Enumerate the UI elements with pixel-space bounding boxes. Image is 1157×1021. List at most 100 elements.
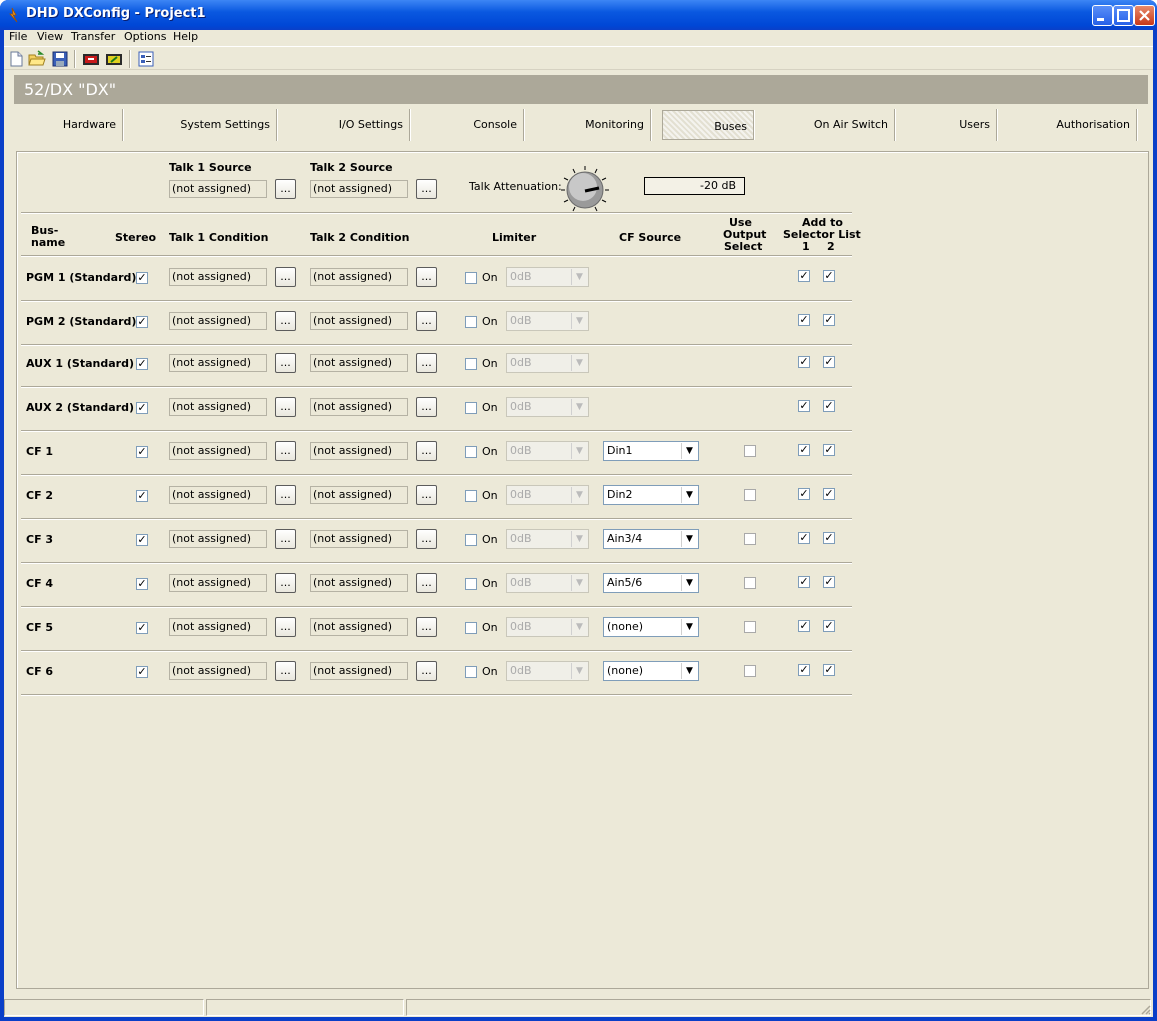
menu-transfer[interactable]: Transfer (71, 30, 115, 46)
talk2-condition-field[interactable]: (not assigned) (310, 312, 408, 330)
tab-monitoring[interactable]: Monitoring (524, 109, 651, 141)
resize-grip-icon[interactable] (1139, 1003, 1151, 1015)
selector-list-1-checkbox[interactable]: ✓ (798, 488, 810, 500)
selector-list-2-checkbox[interactable]: ✓ (823, 314, 835, 326)
stereo-checkbox[interactable]: ✓ (136, 402, 148, 414)
use-output-select-checkbox[interactable] (744, 445, 756, 457)
talk1-condition-browse-button[interactable]: ... (275, 529, 296, 549)
limiter-on-checkbox[interactable] (465, 402, 477, 414)
talk1-source-field[interactable]: (not assigned) (169, 180, 267, 198)
talk2-condition-browse-button[interactable]: ... (416, 397, 437, 417)
limiter-on-checkbox[interactable] (465, 446, 477, 458)
talk2-source-browse-button[interactable]: ... (416, 179, 437, 199)
cf-source-select[interactable]: Ain3/4 ▼ (603, 529, 699, 549)
stereo-checkbox[interactable]: ✓ (136, 622, 148, 634)
selector-list-1-checkbox[interactable]: ✓ (798, 444, 810, 456)
selector-list-1-checkbox[interactable]: ✓ (798, 400, 810, 412)
talk-attenuation-knob[interactable] (559, 164, 611, 216)
limiter-level-select[interactable]: 0dB ▼ (506, 267, 589, 287)
limiter-level-select[interactable]: 0dB ▼ (506, 311, 589, 331)
stereo-checkbox[interactable]: ✓ (136, 358, 148, 370)
save-icon[interactable] (51, 50, 69, 68)
talk2-condition-field[interactable]: (not assigned) (310, 486, 408, 504)
talk2-condition-browse-button[interactable]: ... (416, 617, 437, 637)
selector-list-2-checkbox[interactable]: ✓ (823, 356, 835, 368)
talk2-condition-field[interactable]: (not assigned) (310, 442, 408, 460)
talk2-condition-field[interactable]: (not assigned) (310, 398, 408, 416)
limiter-on-checkbox[interactable] (465, 316, 477, 328)
open-folder-icon[interactable] (28, 50, 46, 68)
limiter-on-checkbox[interactable] (465, 666, 477, 678)
limiter-on-checkbox[interactable] (465, 490, 477, 502)
menu-file[interactable]: File (9, 30, 27, 46)
selector-list-1-checkbox[interactable]: ✓ (798, 270, 810, 282)
talk1-condition-field[interactable]: (not assigned) (169, 442, 267, 460)
talk1-condition-field[interactable]: (not assigned) (169, 312, 267, 330)
limiter-level-select[interactable]: 0dB ▼ (506, 397, 589, 417)
use-output-select-checkbox[interactable] (744, 665, 756, 677)
talk1-condition-browse-button[interactable]: ... (275, 397, 296, 417)
limiter-level-select[interactable]: 0dB ▼ (506, 353, 589, 373)
limiter-level-select[interactable]: 0dB ▼ (506, 661, 589, 681)
talk1-condition-field[interactable]: (not assigned) (169, 268, 267, 286)
tab-buses[interactable]: Buses (662, 110, 754, 140)
talk1-condition-browse-button[interactable]: ... (275, 485, 296, 505)
tab-hardware[interactable]: Hardware (14, 109, 123, 141)
cf-source-select[interactable]: Din1 ▼ (603, 441, 699, 461)
talk2-condition-browse-button[interactable]: ... (416, 441, 437, 461)
talk2-condition-browse-button[interactable]: ... (416, 529, 437, 549)
talk1-condition-field[interactable]: (not assigned) (169, 574, 267, 592)
use-output-select-checkbox[interactable] (744, 577, 756, 589)
talk2-condition-field[interactable]: (not assigned) (310, 354, 408, 372)
stereo-checkbox[interactable]: ✓ (136, 666, 148, 678)
limiter-level-select[interactable]: 0dB ▼ (506, 529, 589, 549)
talk2-condition-field[interactable]: (not assigned) (310, 618, 408, 636)
tab-authorisation[interactable]: Authorisation (997, 109, 1137, 141)
selector-list-1-checkbox[interactable]: ✓ (798, 620, 810, 632)
properties-icon[interactable] (137, 50, 155, 68)
limiter-level-select[interactable]: 0dB ▼ (506, 485, 589, 505)
talk1-condition-field[interactable]: (not assigned) (169, 486, 267, 504)
title-bar[interactable]: DHD DXConfig - Project1 (0, 0, 1157, 30)
selector-list-1-checkbox[interactable]: ✓ (798, 356, 810, 368)
stereo-checkbox[interactable]: ✓ (136, 490, 148, 502)
limiter-level-select[interactable]: 0dB ▼ (506, 617, 589, 637)
tab-users[interactable]: Users (895, 109, 997, 141)
selector-list-1-checkbox[interactable]: ✓ (798, 664, 810, 676)
talk1-condition-browse-button[interactable]: ... (275, 617, 296, 637)
talk1-condition-field[interactable]: (not assigned) (169, 662, 267, 680)
talk1-condition-browse-button[interactable]: ... (275, 441, 296, 461)
selector-list-2-checkbox[interactable]: ✓ (823, 444, 835, 456)
selector-list-2-checkbox[interactable]: ✓ (823, 576, 835, 588)
limiter-on-checkbox[interactable] (465, 272, 477, 284)
limiter-on-checkbox[interactable] (465, 534, 477, 546)
limiter-level-select[interactable]: 0dB ▼ (506, 573, 589, 593)
cf-source-select[interactable]: Ain5/6 ▼ (603, 573, 699, 593)
selector-list-2-checkbox[interactable]: ✓ (823, 488, 835, 500)
tab-system-settings[interactable]: System Settings (123, 109, 277, 141)
selector-list-2-checkbox[interactable]: ✓ (823, 664, 835, 676)
use-output-select-checkbox[interactable] (744, 621, 756, 633)
stereo-checkbox[interactable]: ✓ (136, 316, 148, 328)
new-file-icon[interactable] (7, 50, 25, 68)
menu-help[interactable]: Help (173, 30, 198, 46)
talk2-condition-field[interactable]: (not assigned) (310, 574, 408, 592)
selector-list-2-checkbox[interactable]: ✓ (823, 400, 835, 412)
selector-list-2-checkbox[interactable]: ✓ (823, 270, 835, 282)
limiter-on-checkbox[interactable] (465, 358, 477, 370)
maximize-button[interactable] (1113, 5, 1134, 26)
talk2-condition-field[interactable]: (not assigned) (310, 268, 408, 286)
talk2-condition-browse-button[interactable]: ... (416, 267, 437, 287)
stereo-checkbox[interactable]: ✓ (136, 446, 148, 458)
tab-on-air-switch[interactable]: On Air Switch (754, 109, 895, 141)
tab-io-settings[interactable]: I/O Settings (277, 109, 410, 141)
minimize-button[interactable] (1092, 5, 1113, 26)
talk2-condition-browse-button[interactable]: ... (416, 573, 437, 593)
talk1-condition-browse-button[interactable]: ... (275, 267, 296, 287)
selector-list-1-checkbox[interactable]: ✓ (798, 576, 810, 588)
selector-list-1-checkbox[interactable]: ✓ (798, 532, 810, 544)
talk2-source-field[interactable]: (not assigned) (310, 180, 408, 198)
talk1-source-browse-button[interactable]: ... (275, 179, 296, 199)
close-button[interactable] (1134, 5, 1155, 26)
cf-source-select[interactable]: (none) ▼ (603, 661, 699, 681)
